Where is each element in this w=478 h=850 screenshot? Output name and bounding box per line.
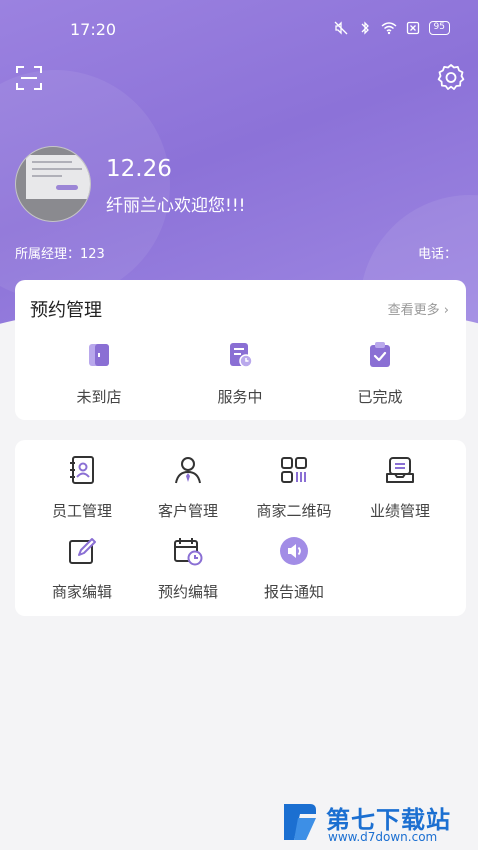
- func-label: 员工管理: [51, 502, 112, 520]
- mute-vibrate-icon: [334, 21, 348, 35]
- func-report-notice[interactable]: 报告通知: [239, 535, 349, 602]
- appt-item-label: 服务中: [217, 388, 263, 406]
- func-label: 商家编辑: [51, 583, 112, 601]
- calendar-clock-icon: [174, 538, 203, 566]
- appointment-title: 预约管理: [30, 300, 102, 321]
- staff-book-icon: [70, 456, 94, 484]
- func-performance-management[interactable]: 业绩管理: [345, 454, 455, 521]
- gear-icon[interactable]: [436, 62, 466, 92]
- speaker-icon: [280, 537, 308, 565]
- appt-item-label: 已完成: [357, 388, 403, 406]
- func-merchant-edit[interactable]: 商家编辑: [27, 535, 137, 602]
- func-customer-management[interactable]: 客户管理: [133, 454, 243, 521]
- appt-not-arrived[interactable]: 未到店: [44, 340, 154, 407]
- performance-tray-icon: [386, 457, 414, 483]
- sim-off-icon: [406, 21, 419, 35]
- watermark: 第七下载站 www.d7down.com: [280, 798, 475, 846]
- customer-person-icon: [175, 457, 201, 484]
- status-time: 17:20: [70, 20, 117, 39]
- clipboard-check-icon: [370, 342, 390, 367]
- phone-info[interactable]: 电话：: [418, 243, 457, 262]
- watermark-logo-icon: [284, 804, 316, 840]
- func-staff-management[interactable]: 员工管理: [27, 454, 137, 521]
- func-label: 预约编辑: [157, 583, 218, 601]
- bluetooth-icon: [361, 21, 369, 35]
- func-label: 报告通知: [263, 583, 324, 601]
- appt-item-label: 未到店: [76, 388, 122, 406]
- appointment-card: 预约管理 查看更多 › 未到店 服务中 已完成: [15, 280, 466, 420]
- functions-card: 员工管理 客户管理 商家二维码 业绩管理 商家编辑 预约编辑 报告通知: [15, 440, 466, 616]
- view-more-link[interactable]: 查看更多 ›: [388, 299, 449, 318]
- avatar[interactable]: [15, 146, 91, 222]
- user-name: 12.26: [106, 156, 172, 182]
- func-label: 商家二维码: [256, 502, 332, 520]
- appt-in-service[interactable]: 服务中: [185, 340, 295, 407]
- manager-info: 所属经理：123: [15, 247, 105, 262]
- status-bar: 17:20 95: [0, 0, 478, 58]
- func-label: 客户管理: [157, 502, 218, 520]
- func-merchant-qrcode[interactable]: 商家二维码: [239, 454, 349, 521]
- welcome-message: 纤丽兰心欢迎您!!!: [106, 196, 246, 216]
- document-clock-icon: [230, 343, 253, 368]
- door-icon: [89, 344, 109, 366]
- battery-indicator: 95: [428, 21, 450, 35]
- func-appointment-edit[interactable]: 预约编辑: [133, 535, 243, 602]
- watermark-url: www.d7down.com: [328, 830, 438, 844]
- wifi-icon: [381, 22, 397, 35]
- scan-icon[interactable]: [14, 63, 44, 93]
- appt-completed[interactable]: 已完成: [325, 340, 435, 407]
- qrcode-icon: [281, 457, 307, 483]
- func-label: 业绩管理: [369, 502, 430, 520]
- edit-icon: [69, 538, 96, 564]
